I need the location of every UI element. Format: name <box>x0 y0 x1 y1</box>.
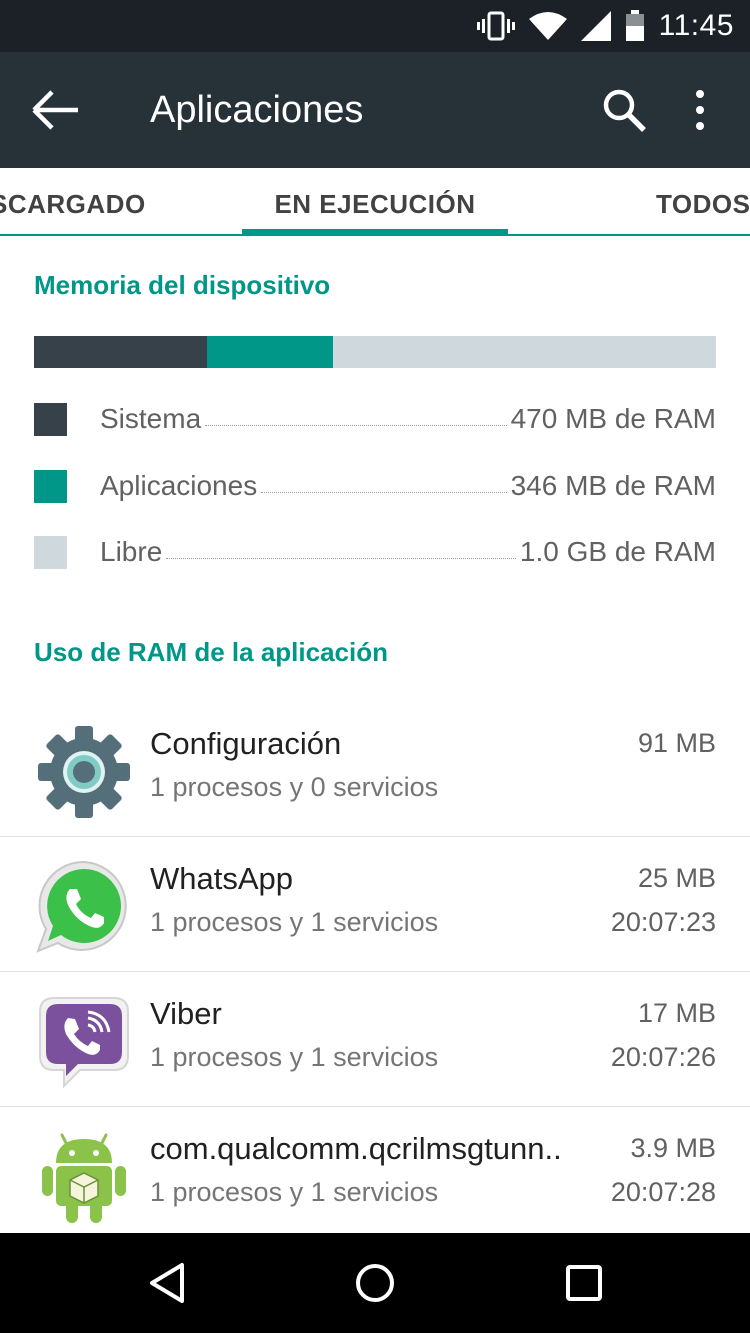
app-size: 91 MB <box>637 728 716 758</box>
legend-label: Aplicaciones <box>100 470 258 501</box>
app-row-settings[interactable]: Configuración 1 procesos y 0 servicios 9… <box>0 702 750 837</box>
legend-row-system: Sistema 470 MB de RAM <box>34 399 716 439</box>
app-processes: 1 procesos y 0 servicios <box>150 772 439 802</box>
tab-all[interactable]: TODOS <box>656 168 750 234</box>
legend-row-free: Libre 1.0 GB de RAM <box>34 532 716 572</box>
tab-downloaded[interactable]: SCARGADO <box>0 168 146 234</box>
page-title: Aplicaciones <box>150 89 364 131</box>
status-time: 11:45 <box>658 9 734 42</box>
signal-icon <box>580 11 611 41</box>
legend-swatch-system <box>34 402 67 436</box>
legend-value: 470 MB de RAM <box>510 403 716 434</box>
viber-icon <box>39 997 129 1089</box>
recents-nav-icon[interactable] <box>562 1261 606 1305</box>
legend-swatch-free <box>34 535 67 569</box>
app-name: com.qualcomm.qcrilmsgtunn.. <box>150 1131 562 1166</box>
app-name: Configuración <box>150 726 342 761</box>
tab-running[interactable]: EN EJECUCIÓN <box>242 168 508 234</box>
tab-bar: SCARGADO EN EJECUCIÓN TODOS <box>0 168 750 236</box>
status-icons: 11:45 <box>476 0 734 52</box>
legend-label: Libre <box>100 536 163 567</box>
app-size: 3.9 MB <box>630 1133 716 1163</box>
android-robot-icon <box>42 1133 126 1223</box>
legend-label: Sistema <box>100 403 202 434</box>
app-ram-section-header: Uso de RAM de la aplicación <box>34 637 388 667</box>
navigation-bar <box>0 1233 750 1333</box>
home-nav-icon[interactable] <box>353 1261 397 1305</box>
app-processes: 1 procesos y 1 servicios <box>150 1042 439 1072</box>
legend-swatch-apps <box>34 469 67 503</box>
app-row-viber[interactable]: Viber 1 procesos y 1 servicios 17 MB 20:… <box>0 972 750 1107</box>
app-row-whatsapp[interactable]: WhatsApp 1 procesos y 1 servicios 25 MB … <box>0 837 750 972</box>
battery-icon <box>625 10 644 41</box>
app-size: 25 MB <box>637 863 716 893</box>
more-vert-icon[interactable] <box>684 86 716 134</box>
memory-usage-bar <box>34 336 716 368</box>
legend-row-apps: Aplicaciones 346 MB de RAM <box>34 466 716 506</box>
back-nav-icon[interactable] <box>146 1261 190 1305</box>
memory-bar-system <box>34 336 207 368</box>
app-name: Viber <box>150 996 222 1031</box>
app-name: WhatsApp <box>150 861 294 896</box>
app-bar: Aplicaciones <box>0 52 750 168</box>
legend-value: 346 MB de RAM <box>510 470 716 501</box>
search-icon[interactable] <box>600 86 648 134</box>
app-time: 20:07:23 <box>610 907 716 937</box>
memory-bar-apps <box>206 336 334 368</box>
app-size: 17 MB <box>637 998 716 1028</box>
tab-indicator <box>242 229 508 234</box>
app-row-qualcomm[interactable]: com.qualcomm.qcrilmsgtunn.. 1 procesos y… <box>0 1107 750 1242</box>
whatsapp-icon <box>36 860 127 953</box>
app-time: 20:07:28 <box>610 1177 716 1207</box>
vibrate-icon <box>476 11 515 41</box>
app-processes: 1 procesos y 1 servicios <box>150 1177 439 1207</box>
app-processes: 1 procesos y 1 servicios <box>150 907 439 937</box>
settings-gear-icon <box>38 726 130 818</box>
wifi-icon <box>528 12 567 40</box>
legend-value: 1.0 GB de RAM <box>519 536 716 567</box>
legend-dots <box>261 491 507 493</box>
back-arrow-icon[interactable] <box>30 88 82 132</box>
legend-dots <box>205 424 507 426</box>
status-bar: 11:45 <box>0 0 750 52</box>
memory-section-header: Memoria del dispositivo <box>34 270 331 300</box>
legend-dots <box>166 557 516 559</box>
app-time: 20:07:26 <box>610 1042 716 1072</box>
